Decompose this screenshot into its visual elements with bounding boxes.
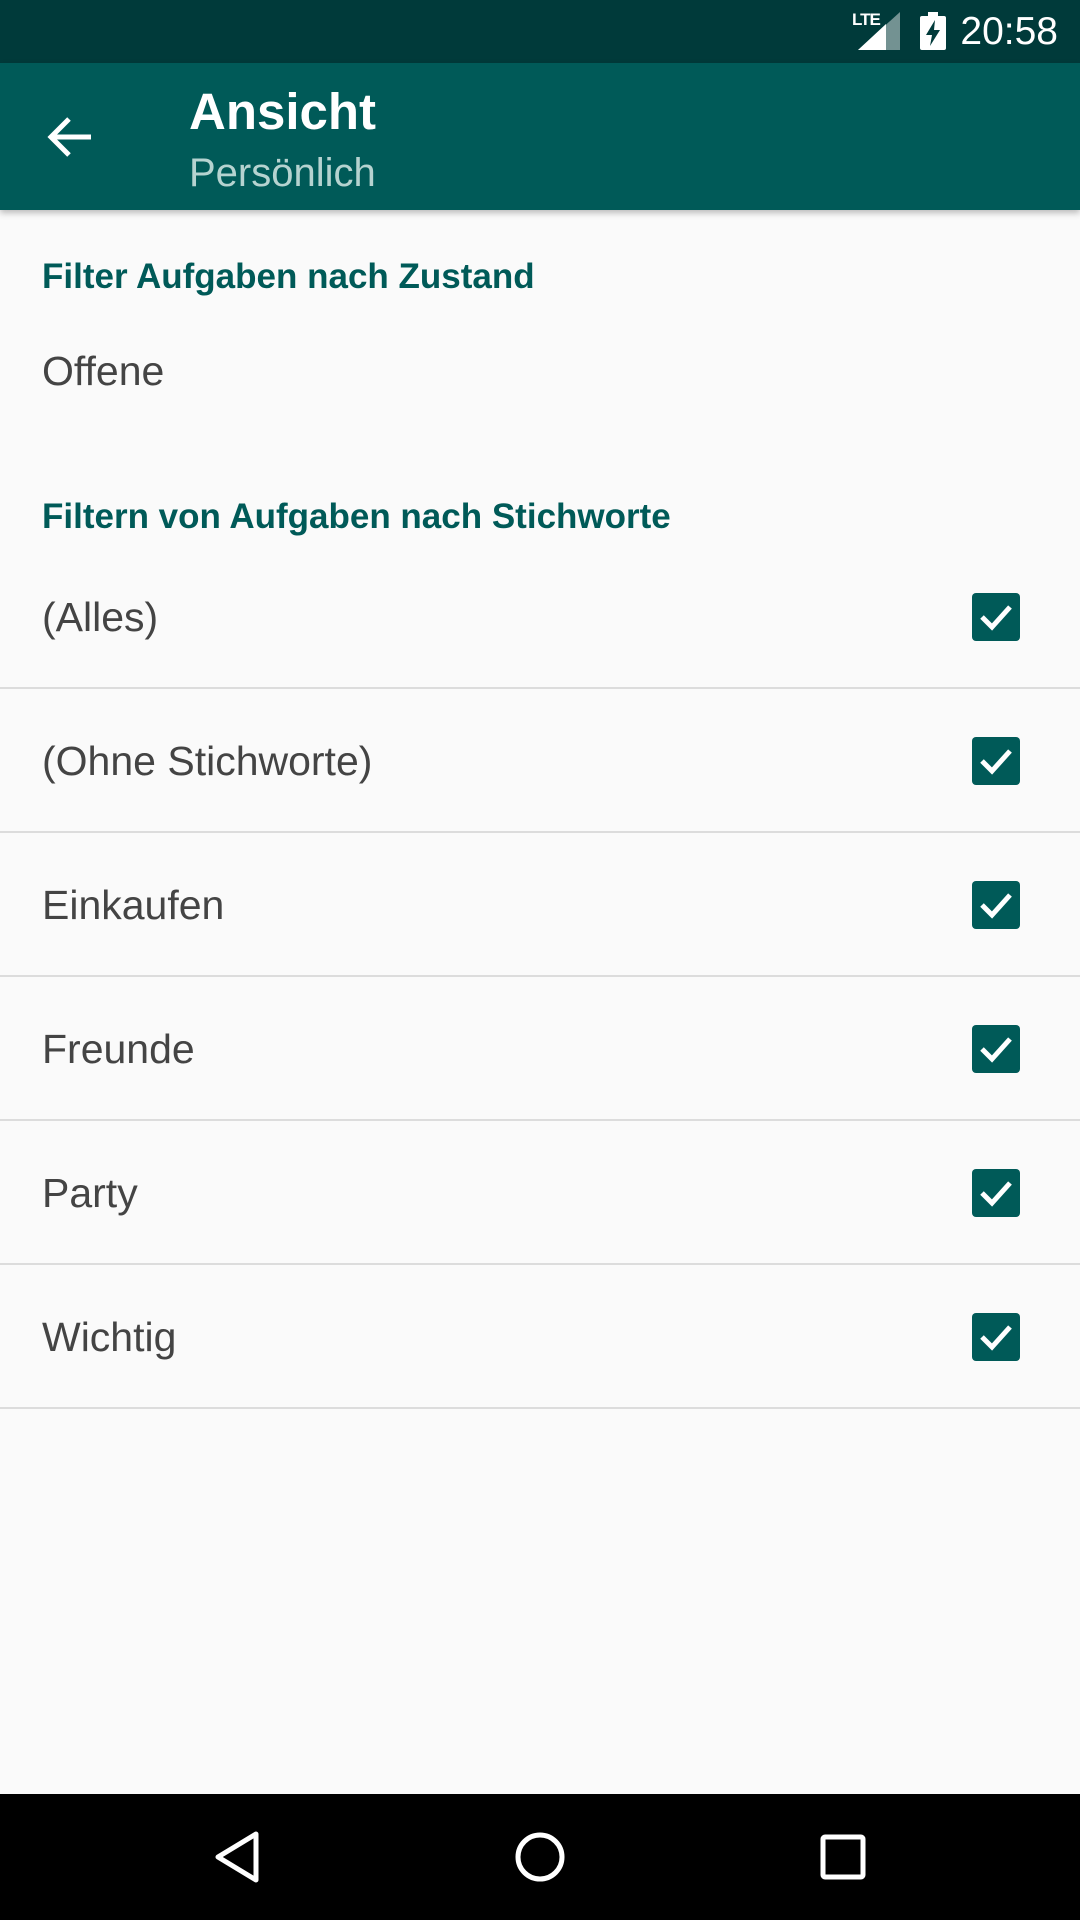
home-circle-icon	[515, 1832, 565, 1882]
check-icon	[980, 1181, 1012, 1207]
page-subtitle: Persönlich	[189, 151, 376, 195]
state-filter-value: Offene	[42, 348, 165, 394]
tag-label: Einkaufen	[42, 882, 225, 928]
tag-label: (Ohne Stichworte)	[42, 738, 373, 784]
page-title: Ansicht	[189, 83, 377, 140]
tag-checkbox[interactable]	[972, 1313, 1020, 1361]
recents-square-icon	[820, 1834, 866, 1880]
tag-label: Party	[42, 1170, 138, 1216]
back-triangle-icon	[215, 1831, 259, 1883]
tag-row-freunde[interactable]: Freunde	[0, 977, 1080, 1121]
check-icon	[980, 1325, 1012, 1351]
tag-row-untagged[interactable]: (Ohne Stichworte)	[0, 689, 1080, 833]
system-nav-bar	[0, 1794, 1080, 1920]
status-bar: LTE 20:58	[0, 0, 1080, 63]
tag-checkbox[interactable]	[972, 881, 1020, 929]
app-bar: Ansicht Persönlich	[0, 63, 1080, 210]
tag-label: Freunde	[42, 1026, 195, 1072]
check-icon	[980, 605, 1012, 631]
check-icon	[980, 893, 1012, 919]
tag-label: Wichtig	[42, 1314, 177, 1360]
tag-checkbox[interactable]	[972, 1169, 1020, 1217]
nav-back-button[interactable]	[204, 1824, 270, 1890]
signal-icon	[858, 12, 900, 50]
state-filter-preference[interactable]: Offene	[0, 320, 1080, 420]
state-filter-header: Filter Aufgaben nach Zustand	[42, 257, 535, 296]
nav-home-button[interactable]	[507, 1824, 573, 1890]
nav-recents-button[interactable]	[810, 1824, 876, 1890]
back-button[interactable]	[40, 107, 100, 167]
status-clock: 20:58	[960, 10, 1058, 53]
check-icon	[980, 1037, 1012, 1063]
tag-filter-header: Filtern von Aufgaben nach Stichworte	[42, 497, 671, 536]
arrow-back-icon	[47, 117, 91, 157]
tag-checkbox[interactable]	[972, 1025, 1020, 1073]
check-icon	[980, 749, 1012, 775]
tag-checkbox[interactable]	[972, 593, 1020, 641]
tag-row-all[interactable]: (Alles)	[0, 545, 1080, 689]
tag-row-party[interactable]: Party	[0, 1121, 1080, 1265]
tag-row-einkaufen[interactable]: Einkaufen	[0, 833, 1080, 977]
tag-label: (Alles)	[42, 594, 159, 640]
tag-row-wichtig[interactable]: Wichtig	[0, 1265, 1080, 1409]
tag-checkbox[interactable]	[972, 737, 1020, 785]
battery-charging-icon	[920, 12, 946, 50]
